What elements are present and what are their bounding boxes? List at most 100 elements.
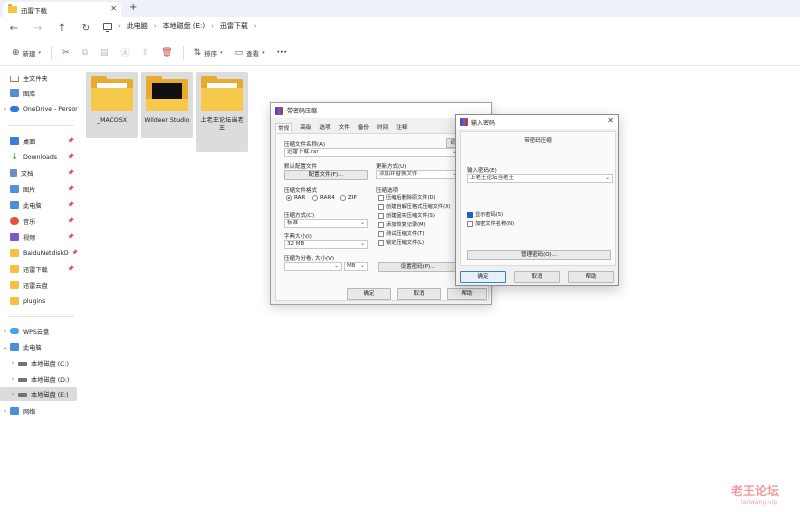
breadcrumb-separator: ›	[211, 22, 214, 30]
sidebar-item-xunlei-download[interactable]: 迅雷下载 📌	[0, 262, 80, 276]
profile-button[interactable]: 配置文件(F)...	[284, 170, 368, 180]
back-button[interactable]: ←	[2, 17, 26, 39]
computer-icon	[103, 22, 112, 32]
sidebar-item-this-pc-quick[interactable]: 此电脑 📌	[0, 198, 80, 212]
update-mode-select[interactable]: 添加并替换文件	[376, 170, 460, 179]
sidebar-item-pictures[interactable]: 图片 📌	[0, 182, 80, 196]
sidebar-item-onedrive[interactable]: › OneDrive - Persor	[0, 102, 80, 116]
help-button[interactable]: 帮助	[568, 271, 614, 283]
archive-options-label: 压缩选项	[376, 188, 399, 194]
share-button[interactable]: ⇪	[136, 43, 156, 63]
close-icon[interactable]: ✕	[607, 116, 614, 125]
option-delete-after[interactable]: 压缩后删除原文件(D)	[378, 194, 436, 201]
dictionary-select[interactable]: 32 MB	[284, 240, 368, 249]
sidebar-item-label: 本地磁盘 (D:)	[31, 376, 70, 384]
tab-options[interactable]: 选项	[319, 123, 330, 132]
sidebar-item-drive-d[interactable]: › 本地磁盘 (D:)	[0, 372, 80, 386]
breadcrumb-xunlei[interactable]: 迅雷下载	[220, 21, 248, 31]
option-recovery[interactable]: 添加恢复记录(M)	[378, 221, 426, 228]
option-sfx[interactable]: 创建自解压格式压缩文件(X)	[378, 203, 451, 210]
sidebar-item-plugins[interactable]: plugins	[0, 294, 80, 308]
help-button[interactable]: 帮助	[447, 288, 487, 300]
cancel-button[interactable]: 取消	[514, 271, 560, 283]
split-volume-label: 压缩为分卷, 大小(V)	[284, 256, 335, 262]
file-name: Wildeer Studio	[144, 117, 190, 124]
option-lock[interactable]: 锁定压缩文件(L)	[378, 239, 424, 246]
chevron-right-icon[interactable]: ›	[0, 328, 10, 335]
chevron-right-icon[interactable]: ›	[0, 408, 10, 415]
sidebar-item-wps-cloud[interactable]: › WPS云盘	[0, 324, 80, 338]
tab-comment[interactable]: 注释	[396, 123, 407, 132]
show-password-checkbox[interactable]: 显示密码(S)	[467, 211, 503, 218]
sidebar-item-baidunetdisk[interactable]: BaiduNetdiskD 📌	[0, 246, 80, 260]
enter-password-dialog: 输入密码 ✕ 带密码压缩 输入密码(E) 上老王论坛当老王 显示密码(S) 加密…	[455, 114, 619, 286]
drive-icon	[18, 393, 27, 397]
breadcrumb-drive-e[interactable]: 本地磁盘 (E:)	[163, 21, 205, 31]
sidebar-item-downloads[interactable]: ↓ Downloads 📌	[0, 150, 80, 164]
breadcrumb-this-pc[interactable]: 此电脑	[127, 21, 148, 31]
sidebar-item-this-pc[interactable]: ⌄ 此电脑	[0, 340, 80, 354]
file-item-wildeer-studio[interactable]: Wildeer Studio	[141, 72, 193, 138]
more-options-button[interactable]: ···	[271, 43, 293, 63]
dictionary-label: 字典大小(I)	[284, 234, 312, 240]
tab-general[interactable]: 常规	[275, 123, 293, 132]
encrypt-filenames-checkbox[interactable]: 加密文件名称(N)	[467, 220, 514, 227]
pin-icon: 📌	[67, 170, 74, 176]
sidebar-item-drive-e[interactable]: › 本地磁盘 (E:)	[0, 387, 77, 401]
sidebar-item-network[interactable]: › 网络	[0, 404, 80, 418]
dialog-tabs: 常规 高级 选项 文件 备份 时间 注释	[275, 123, 407, 132]
sidebar-item-documents[interactable]: 文档 📌	[0, 166, 80, 180]
download-icon: ↓	[11, 152, 18, 161]
sidebar-item-gallery[interactable]: 图库	[0, 86, 80, 100]
chevron-right-icon[interactable]: ›	[8, 360, 18, 367]
tab-advanced[interactable]: 高级	[300, 123, 311, 132]
sidebar-item-xunlei-cloud[interactable]: 迅雷云盘	[0, 278, 80, 292]
tab-backup[interactable]: 备份	[358, 123, 369, 132]
archive-name-input[interactable]: 迅雷下载.rar	[284, 148, 460, 157]
refresh-button[interactable]: ↻	[74, 17, 98, 39]
sidebar-item-videos[interactable]: 视频 📌	[0, 230, 80, 244]
chevron-right-icon[interactable]: ›	[8, 391, 18, 398]
set-password-button[interactable]: 设置密码(P)...	[378, 262, 458, 272]
ok-button[interactable]: 确定	[347, 288, 391, 300]
tab-files[interactable]: 文件	[339, 123, 350, 132]
tab-time[interactable]: 时间	[377, 123, 388, 132]
sidebar-item-desktop[interactable]: 桌面 📌	[0, 134, 80, 148]
password-input[interactable]: 上老王论坛当老王	[467, 174, 613, 183]
forward-button[interactable]: →	[26, 17, 50, 39]
sidebar-item-drive-c[interactable]: › 本地磁盘 (C:)	[0, 356, 80, 370]
option-solid[interactable]: 创建固实压缩文件(S)	[378, 212, 435, 219]
chevron-right-icon[interactable]: ›	[0, 106, 10, 113]
option-test[interactable]: 测试压缩文件(T)	[378, 230, 424, 237]
new-button[interactable]: ⊕ 新建 ▾	[6, 43, 47, 63]
ok-button[interactable]: 确定	[460, 271, 506, 283]
tab-xunlei-download[interactable]: 迅雷下载 ✕	[3, 2, 121, 17]
cancel-button[interactable]: 取消	[397, 288, 441, 300]
rename-button[interactable]: Ⓐ	[115, 43, 136, 63]
view-button[interactable]: ▭ 查看 ▾	[229, 43, 271, 63]
format-rar4-radio[interactable]: RAR4	[312, 195, 335, 201]
file-item-laowang[interactable]: 上老王论坛当老王	[196, 72, 248, 152]
delete-button[interactable]: 🗑	[155, 43, 178, 63]
method-select[interactable]: 标准	[284, 219, 368, 228]
sidebar-item-music[interactable]: 音乐 📌	[0, 214, 80, 228]
split-unit-select[interactable]: MB	[344, 262, 368, 271]
close-icon[interactable]: ✕	[110, 4, 117, 13]
manage-passwords-button[interactable]: 管理密码(O)...	[467, 250, 611, 260]
cut-button[interactable]: ✂	[56, 43, 76, 63]
checkbox-label: 创建固实压缩文件(S)	[386, 213, 435, 219]
format-zip-radio[interactable]: ZIP	[340, 195, 357, 201]
chevron-down-icon[interactable]: ⌄	[0, 344, 10, 351]
chevron-right-icon[interactable]: ›	[8, 376, 18, 383]
paste-button[interactable]: ▤	[94, 43, 115, 63]
copy-button[interactable]: ⧉	[76, 43, 94, 63]
sort-button-label: 排序	[204, 49, 218, 58]
split-volume-input[interactable]	[284, 262, 342, 271]
sort-button[interactable]: ⇅ 排序 ▾	[188, 43, 229, 63]
format-rar-radio[interactable]: RAR	[286, 195, 305, 201]
sidebar-item-label: 文档	[21, 170, 34, 178]
sidebar-item-home[interactable]: 主文件夹	[0, 71, 80, 85]
new-tab-button[interactable]: +	[129, 2, 137, 13]
up-button[interactable]: ↑	[50, 17, 74, 39]
file-item-macosx[interactable]: _MACOSX	[86, 72, 138, 138]
